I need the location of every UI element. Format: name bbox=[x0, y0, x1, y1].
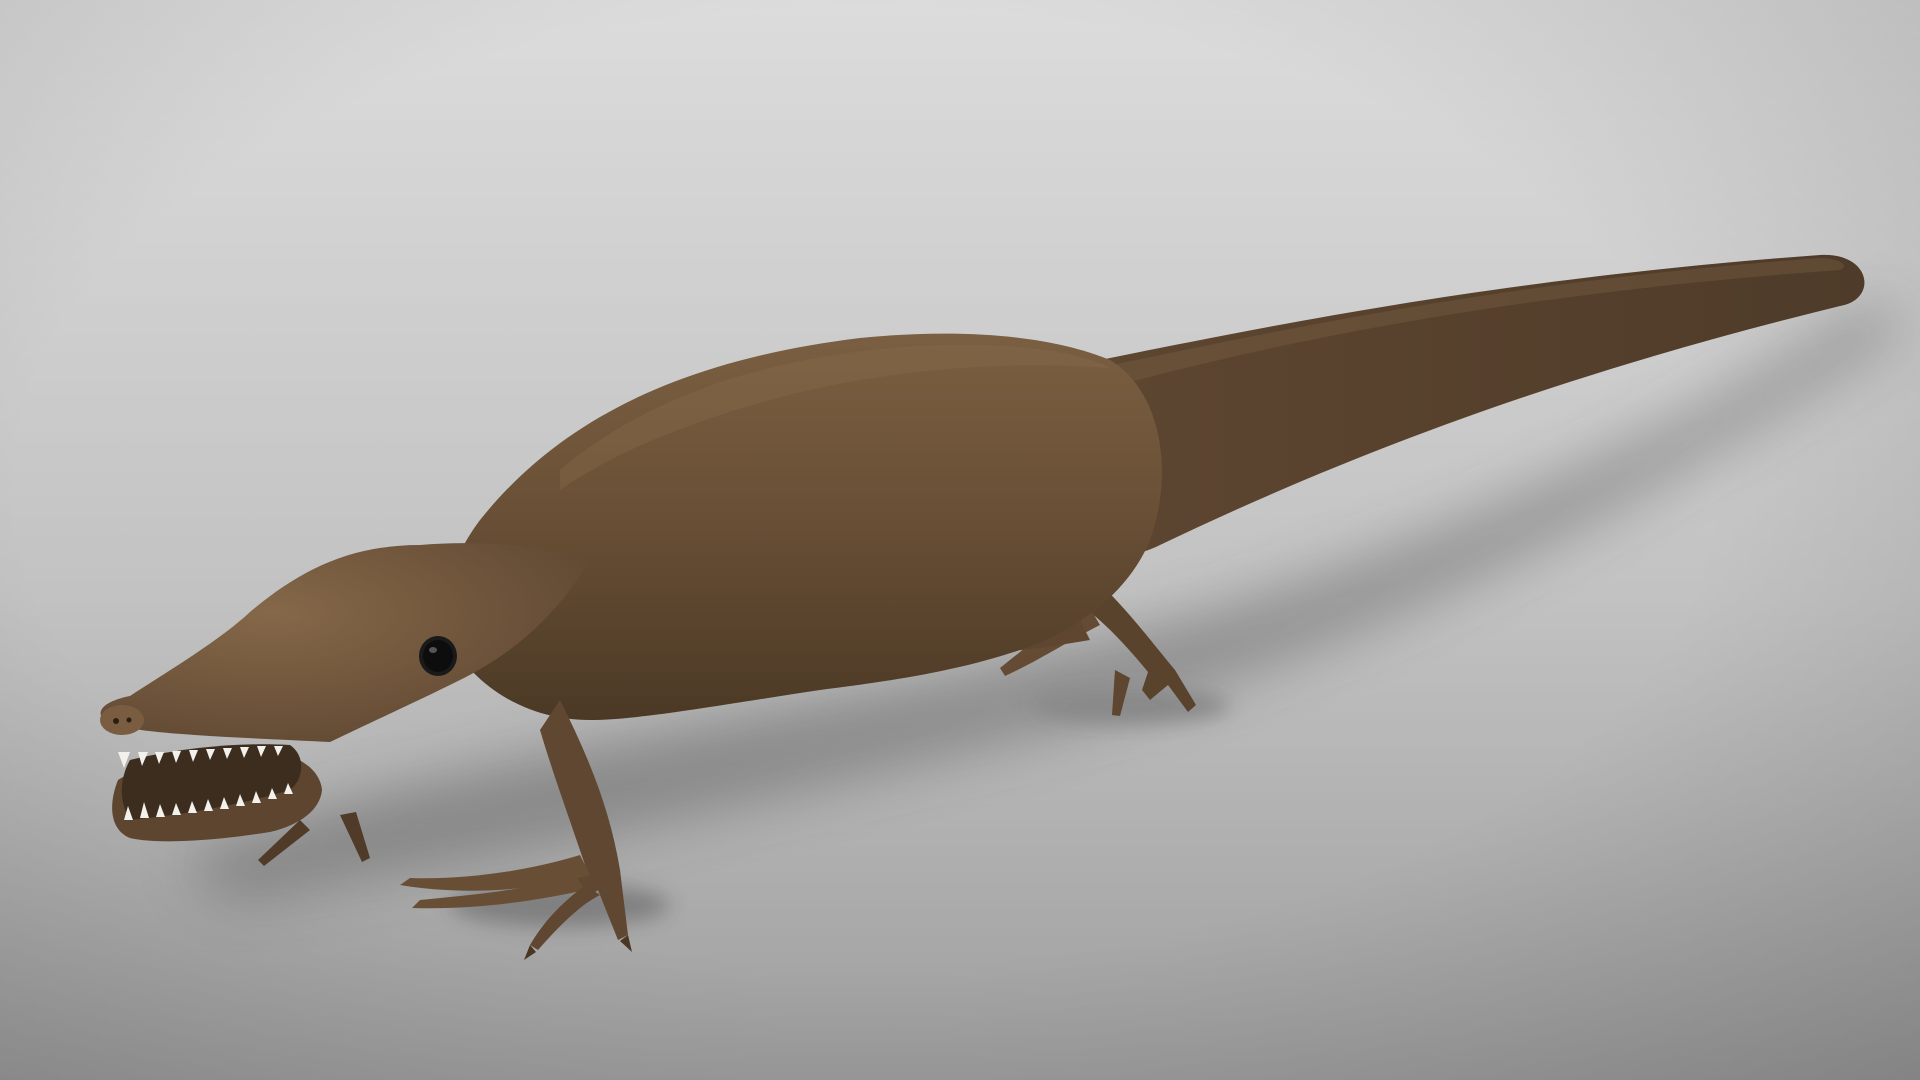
eye bbox=[419, 636, 457, 676]
render-canvas bbox=[0, 0, 1920, 1080]
nostril bbox=[126, 717, 132, 723]
nostril bbox=[113, 718, 119, 724]
snout bbox=[100, 705, 144, 735]
